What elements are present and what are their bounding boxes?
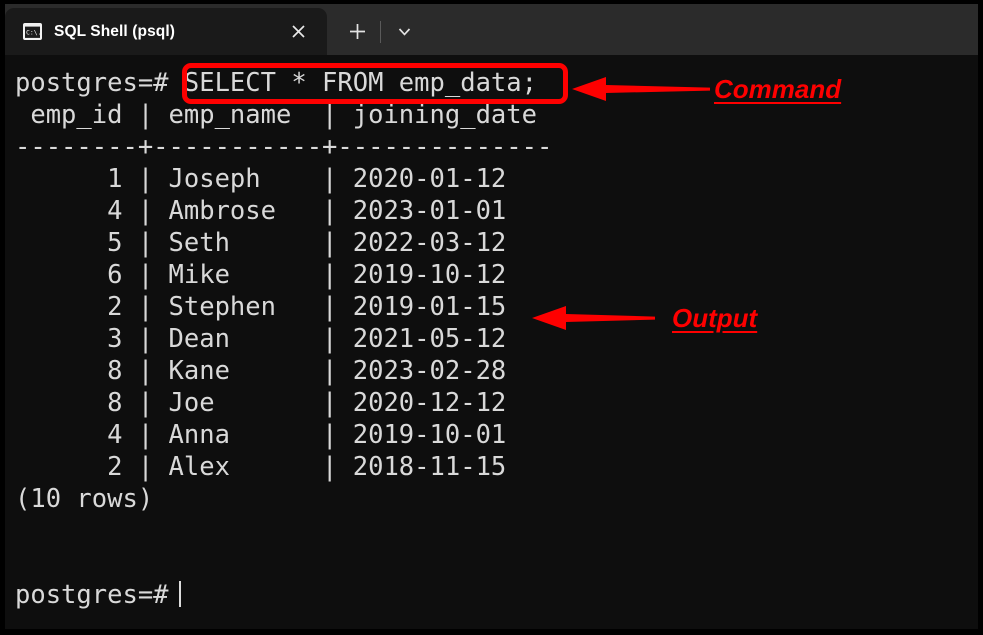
table-separator: --------+-----------+-------------- xyxy=(15,132,553,162)
command-arrow-icon xyxy=(572,74,710,108)
prompt-label: postgres=# xyxy=(15,580,169,610)
table-row: 6 | Mike | 2019-10-12 xyxy=(15,260,507,290)
table-row: 2 | Stephen | 2019-01-15 xyxy=(15,292,507,322)
terminal-output-area[interactable]: postgres=# SELECT * FROM emp_data; emp_i… xyxy=(5,55,978,629)
table-row: 4 | Ambrose | 2023-01-01 xyxy=(15,196,507,226)
close-icon[interactable] xyxy=(283,17,313,47)
output-annotation-label: Output xyxy=(672,303,758,333)
tabstrip-divider xyxy=(380,21,381,43)
console-icon: C:\. xyxy=(23,22,42,41)
plus-icon xyxy=(349,24,365,39)
table-row: 2 | Alex | 2018-11-15 xyxy=(15,452,507,482)
psql-shell-window: C:\. SQL Shell (psql) postgres=# SELECT … xyxy=(0,0,983,635)
tab-strip: C:\. SQL Shell (psql) xyxy=(5,4,978,55)
text-cursor xyxy=(178,581,181,607)
command-annotation-label: Command xyxy=(714,74,842,104)
tab-sql-shell[interactable]: C:\. SQL Shell (psql) xyxy=(5,8,327,55)
chevron-down-icon xyxy=(398,28,410,36)
table-row: 8 | Kane | 2023-02-28 xyxy=(15,356,507,386)
row-count: (10 rows) xyxy=(15,484,154,514)
table-row: 4 | Anna | 2019-10-01 xyxy=(15,420,507,450)
svg-text:C:\.: C:\. xyxy=(26,29,41,37)
new-tab-button[interactable] xyxy=(338,8,376,55)
input-prompt-line[interactable]: postgres=# xyxy=(15,579,978,611)
table-row: 5 | Seth | 2022-03-12 xyxy=(15,228,507,258)
table-row: 8 | Joe | 2020-12-12 xyxy=(15,388,507,418)
output-arrow-icon xyxy=(532,303,655,337)
tab-label: SQL Shell (psql) xyxy=(54,22,176,40)
table-row: 1 | Joseph | 2020-01-12 xyxy=(15,164,507,194)
tab-dropdown-button[interactable] xyxy=(385,8,423,55)
table-row: 3 | Dean | 2021-05-12 xyxy=(15,324,507,354)
